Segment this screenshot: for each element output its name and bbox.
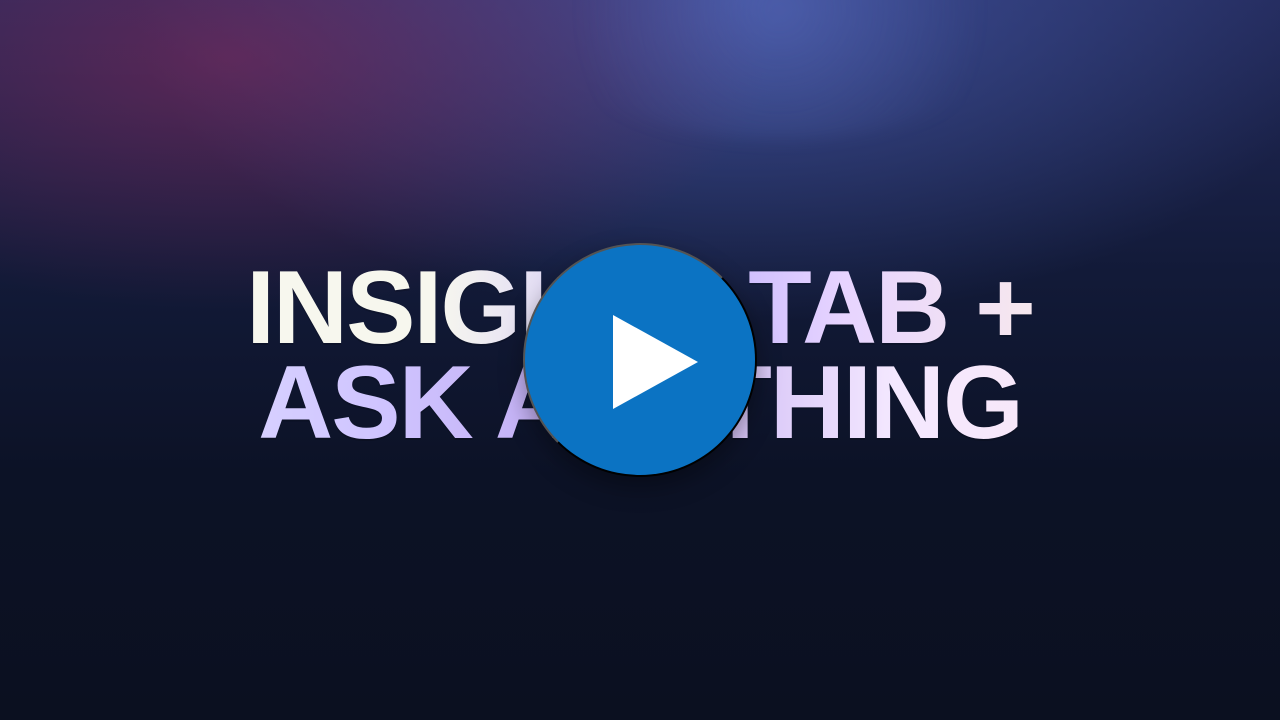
video-thumbnail: INSIGHTS TAB + ASK ANYTHING	[0, 0, 1280, 720]
play-button[interactable]	[523, 243, 757, 477]
background-glow	[520, 0, 1040, 140]
play-icon	[613, 315, 698, 409]
